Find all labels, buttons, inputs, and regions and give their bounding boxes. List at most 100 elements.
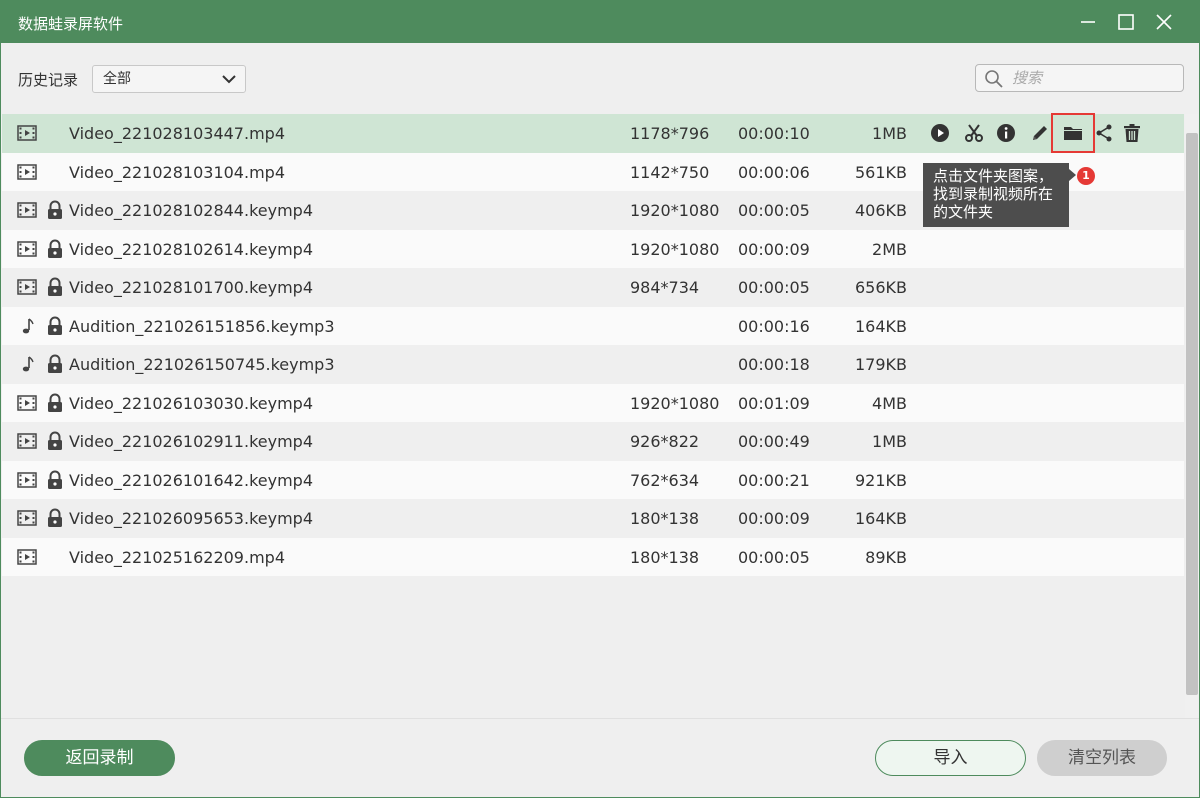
- file-size: 656KB: [854, 278, 907, 297]
- maximize-button[interactable]: [1113, 9, 1139, 35]
- file-resolution: 926*822: [630, 432, 700, 451]
- file-name: Video_221025162209.mp4: [69, 547, 285, 567]
- play-icon[interactable]: [929, 122, 951, 144]
- file-row[interactable]: Video_221025162209.mp4 180*138 00:00:05 89K…: [2, 537, 1184, 576]
- video-file-icon: [17, 278, 37, 296]
- file-duration: 00:00:21: [738, 470, 810, 490]
- video-file-icon: [17, 471, 37, 489]
- folder-icon[interactable]: [1062, 122, 1084, 144]
- file-size: 921KB: [854, 470, 907, 490]
- file-row[interactable]: Video_221026103030.keymp4 1920*1080 00:01:…: [2, 383, 1184, 422]
- chevron-down-icon: [222, 75, 236, 84]
- file-name: Video_221028103447.mp4: [69, 124, 285, 143]
- lock-icon: [46, 393, 64, 413]
- tooltip-arrow: [1069, 169, 1076, 181]
- file-duration: 00:00:05: [738, 201, 810, 220]
- search-icon: [985, 70, 1003, 88]
- search-box[interactable]: [975, 64, 1184, 92]
- file-row[interactable]: Video_221028103447.mp4 1178*796 00:00:10 1M…: [2, 114, 1184, 153]
- file-resolution: 762*634: [630, 470, 700, 490]
- file-row[interactable]: Audition_221026150745.keymp3 00:00:18 179K…: [2, 345, 1184, 384]
- filter-value: 全部: [103, 71, 131, 87]
- file-size: 164KB: [854, 316, 907, 336]
- back-to-record-button[interactable]: 返回录制: [24, 740, 175, 776]
- share-icon[interactable]: [1093, 122, 1115, 144]
- app-window: 数据蛙录屏软件 历史记录 全部 Video_221028103447.mp411…: [0, 0, 1200, 798]
- title-bar: 数据蛙录屏软件: [1, 1, 1199, 43]
- pencil-icon[interactable]: [1029, 122, 1051, 144]
- file-size: 1MB: [872, 124, 907, 143]
- lock-icon: [46, 508, 64, 528]
- video-file-icon: [17, 163, 37, 181]
- file-duration: 00:00:05: [738, 278, 810, 297]
- file-duration: 00:00:10: [738, 124, 810, 143]
- video-file-icon: [17, 509, 37, 527]
- file-name: Audition_221026151856.keymp3: [69, 316, 335, 336]
- lock-icon: [46, 431, 64, 451]
- file-name: Video_221026095653.keymp4: [69, 509, 313, 528]
- scissors-icon[interactable]: [963, 122, 985, 144]
- file-name: Video_221028102844.keymp4: [69, 201, 313, 220]
- history-label: 历史记录: [18, 71, 79, 89]
- file-name: Video_221026102911.keymp4: [69, 432, 313, 451]
- file-row[interactable]: Video_221026095653.keymp4 180*138 00:00:09…: [2, 499, 1184, 538]
- file-resolution: 984*734: [630, 278, 700, 297]
- file-name: Audition_221026150745.keymp3: [69, 355, 335, 374]
- trash-icon[interactable]: [1121, 122, 1143, 144]
- minimize-icon: [1081, 21, 1095, 23]
- file-resolution: 180*138: [630, 547, 700, 567]
- video-file-icon: [17, 394, 37, 412]
- lock-icon: [46, 200, 64, 220]
- file-resolution: 1142*750: [630, 162, 710, 182]
- video-file-icon: [17, 240, 37, 258]
- audio-file-icon: [17, 317, 37, 335]
- file-duration: 00:00:49: [738, 432, 810, 451]
- file-row[interactable]: Video_221028101700.keymp4 984*734 00:00:05…: [2, 268, 1184, 307]
- file-name: Video_221028102614.keymp4: [69, 239, 313, 259]
- info-icon[interactable]: [995, 122, 1017, 144]
- minimize-button[interactable]: [1075, 9, 1101, 35]
- window-title: 数据蛙录屏软件: [18, 15, 124, 33]
- file-row[interactable]: Video_221028102614.keymp4 1920*1080 00:00:…: [2, 229, 1184, 268]
- file-row[interactable]: Video_221026101642.keymp4 762*634 00:00:21…: [2, 460, 1184, 499]
- scrollbar-thumb[interactable]: [1186, 133, 1198, 695]
- file-size: 1MB: [872, 432, 907, 451]
- file-resolution: 180*138: [630, 509, 700, 528]
- maximize-icon: [1118, 14, 1134, 30]
- clear-list-button[interactable]: 清空列表: [1037, 740, 1167, 776]
- file-duration: 00:00:05: [738, 547, 810, 567]
- video-file-icon: [17, 548, 37, 566]
- file-resolution: 1920*1080: [630, 393, 720, 413]
- audio-file-icon: [17, 355, 37, 373]
- file-duration: 00:00:06: [738, 162, 810, 182]
- file-duration: 00:01:09: [738, 393, 810, 413]
- import-button[interactable]: 导入: [875, 740, 1026, 776]
- file-name: Video_221026103030.keymp4: [69, 393, 313, 413]
- file-duration: 00:00:16: [738, 316, 810, 336]
- file-row[interactable]: Video_221026102911.keymp4 926*822 00:00:49…: [2, 422, 1184, 461]
- lock-icon: [46, 316, 64, 336]
- file-duration: 00:00:09: [738, 509, 810, 528]
- file-duration: 00:00:09: [738, 239, 810, 259]
- lock-icon: [46, 354, 64, 374]
- step-badge: 1: [1077, 167, 1095, 185]
- file-size: 89KB: [865, 547, 907, 567]
- video-file-icon: [17, 124, 37, 142]
- video-file-icon: [17, 432, 37, 450]
- file-resolution: 1178*796: [630, 124, 710, 143]
- file-resolution: 1920*1080: [630, 201, 720, 220]
- file-row[interactable]: Audition_221026151856.keymp3 00:00:16 164K…: [2, 306, 1184, 345]
- lock-icon: [46, 470, 64, 490]
- file-duration: 00:00:18: [738, 355, 810, 374]
- file-size: 561KB: [854, 162, 907, 182]
- footer: 返回录制 导入 清空列表: [1, 718, 1199, 798]
- folder-tooltip: 点击文件夹图案，找到录制视频所在的文件夹: [923, 163, 1069, 227]
- file-size: 406KB: [854, 201, 907, 220]
- file-size: 164KB: [854, 509, 907, 528]
- history-filter-select[interactable]: 全部: [92, 65, 246, 93]
- close-button[interactable]: [1151, 9, 1177, 35]
- lock-icon: [46, 277, 64, 297]
- search-input[interactable]: [1012, 68, 1172, 88]
- lock-icon: [46, 239, 64, 259]
- close-icon: [1156, 14, 1172, 30]
